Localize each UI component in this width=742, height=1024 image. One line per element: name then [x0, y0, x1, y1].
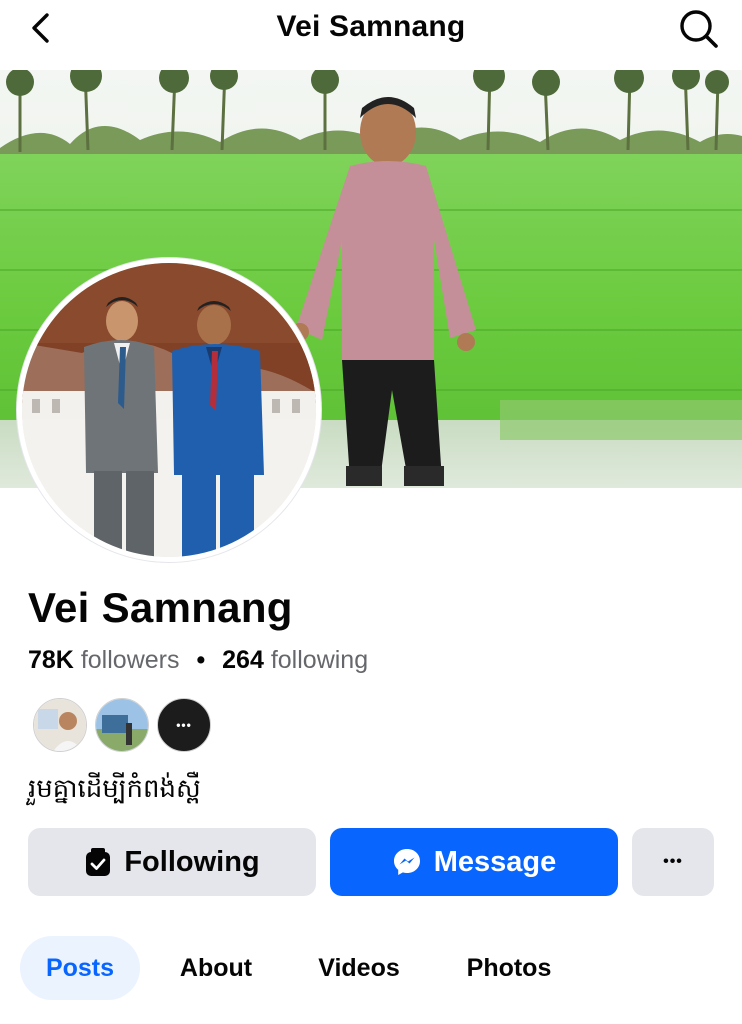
profile-name: Vei Samnang	[28, 584, 293, 631]
more-actions-button[interactable]: •••	[632, 828, 714, 896]
following-button[interactable]: Following	[28, 828, 316, 896]
friend-avatar[interactable]	[95, 698, 149, 752]
stats-separator: •	[196, 646, 206, 674]
page-title: Vei Samnang	[276, 10, 466, 43]
message-button[interactable]: Message	[330, 828, 618, 896]
followers-count[interactable]: 78K	[28, 646, 74, 674]
tab-photos[interactable]: Photos	[446, 936, 572, 1000]
more-dots-icon: •••	[176, 718, 192, 732]
message-label: Message	[433, 845, 557, 878]
following-label[interactable]: following	[271, 646, 368, 674]
follow-stats: 78K followers • 264 following	[28, 646, 368, 675]
profile-picture-image	[22, 263, 316, 557]
tab-about[interactable]: About	[160, 936, 272, 1000]
more-friends-button[interactable]: •••	[157, 698, 211, 752]
profile-picture[interactable]	[17, 258, 321, 562]
tab-posts[interactable]: Posts	[20, 936, 140, 1000]
search-icon	[680, 10, 718, 48]
profile-tabs: Posts About Videos Photos	[0, 936, 742, 1006]
top-bar: Vei Samnang	[0, 0, 742, 68]
following-count[interactable]: 264	[222, 646, 264, 674]
messenger-icon	[392, 847, 422, 877]
search-button[interactable]	[676, 6, 722, 52]
tab-videos[interactable]: Videos	[296, 936, 422, 1000]
followers-label[interactable]: followers	[81, 646, 180, 674]
following-label: Following	[124, 845, 260, 878]
friend-avatar[interactable]	[33, 698, 87, 752]
more-dots-icon: •••	[663, 853, 683, 870]
profile-bio: រួមគ្នាដើម្បីកំពង់ស្ពឺ	[28, 773, 201, 803]
following-check-icon	[84, 847, 112, 877]
